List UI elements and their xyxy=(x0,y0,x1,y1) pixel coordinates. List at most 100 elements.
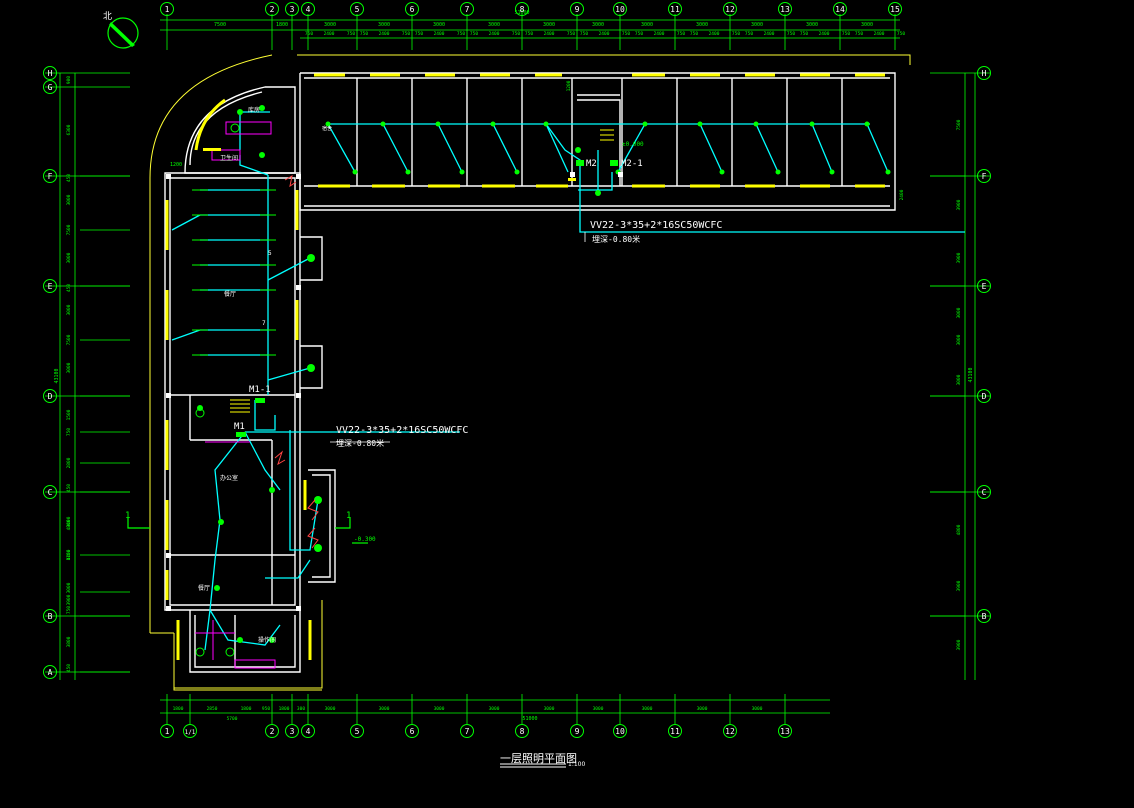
dim-top-row2: 2400 xyxy=(819,31,830,37)
dim-bottom-row1: 3000 xyxy=(752,706,763,712)
axis-bubble-label: H xyxy=(48,69,53,78)
axis-bubble-label: 12 xyxy=(725,727,735,736)
dim-bottom-total: 51000 xyxy=(522,716,537,722)
floor-plan-drawing: 北 7500 1800 3000 3000 3000 3000 3000 3000 3000 30… xyxy=(0,0,1134,808)
dim-top-row1: 1800 xyxy=(276,22,288,28)
dim-top-row2: 750 xyxy=(842,31,850,37)
axis-bubble-label: 5 xyxy=(355,5,360,14)
dim-bottom-row1: 2850 xyxy=(207,706,218,712)
dim-top-row2: 750 xyxy=(415,31,423,37)
dim-bottom-row1: 300 xyxy=(297,706,305,712)
feeder-mid-label: VV22-3*35+2*16SC50WCFC xyxy=(336,425,468,436)
dim-left: 750 xyxy=(66,606,72,614)
room-hall-lower: 餐厅 xyxy=(198,584,210,592)
dim-bottom-row2: 5700 xyxy=(227,716,238,722)
dim-right: 3900 xyxy=(956,199,962,210)
panel-m2-label: M2 xyxy=(586,159,597,169)
dim-top-row1: 3000 xyxy=(592,22,604,28)
panel-m2-1-box xyxy=(610,160,618,166)
axis-bubble-label: F xyxy=(48,172,53,181)
dim-top-row2: 750 xyxy=(690,31,698,37)
dim-top-row1: 3000 xyxy=(324,22,336,28)
dim-bottom-row1: 3000 xyxy=(642,706,653,712)
dim-misc: 2400 xyxy=(899,189,905,200)
dim-top-row1: 3000 xyxy=(696,22,708,28)
dim-top-row2: 750 xyxy=(305,31,313,37)
axis-bubble-label: 4 xyxy=(306,727,311,736)
dim-top-row2: 750 xyxy=(635,31,643,37)
dim-misc: 3900 xyxy=(66,594,72,605)
room-office: 办公室 xyxy=(220,474,238,482)
dim-left: 3800 xyxy=(66,636,72,647)
dim-top-row1: 3000 xyxy=(378,22,390,28)
axis-bubble-label: 1 xyxy=(165,5,170,14)
dim-top-row2: 750 xyxy=(470,31,478,37)
panel-m1-1-label: M1-1 xyxy=(249,385,271,395)
dim-left: 450 xyxy=(66,174,72,182)
dim-left: 750 xyxy=(66,428,72,436)
room-dorm: 宿舍 xyxy=(322,125,332,132)
dim-bottom-row1: 950 xyxy=(262,706,270,712)
dim-top-row2: 750 xyxy=(732,31,740,37)
axis-bubble-label: C xyxy=(982,488,987,497)
axis-bubble-label: D xyxy=(982,392,987,401)
dim-top-row2: 2400 xyxy=(544,31,555,37)
axis-bubble-label: 3 xyxy=(290,5,295,14)
dim-top-row2: 750 xyxy=(457,31,465,37)
axis-bubble-label: 8 xyxy=(520,5,525,14)
axis-bubble-label: 6 xyxy=(410,5,415,14)
axis-bubble-bottom-13: 13 xyxy=(778,724,792,738)
axis-bubble-bottom-10: 10 xyxy=(613,724,627,738)
axis-bubble-label: C xyxy=(48,488,53,497)
dim-right: 3900 xyxy=(956,252,962,263)
axis-bubble-label: F xyxy=(982,172,987,181)
axis-bubble-label: 2 xyxy=(270,727,275,736)
dim-top-row1: 7500 xyxy=(214,22,226,28)
lamp-count-7: 7 xyxy=(262,320,266,327)
axis-bubble-label: 4 xyxy=(306,5,311,14)
section-left-label: 1 xyxy=(125,511,130,521)
panel-m1-1-box xyxy=(255,398,265,403)
dim-top-row2: 750 xyxy=(580,31,588,37)
axis-bubble-label: 7 xyxy=(465,727,470,736)
axis-bubble-label: 12 xyxy=(725,5,735,14)
dim-right: 3000 xyxy=(956,334,962,345)
dim-top-row2: 750 xyxy=(855,31,863,37)
panel-m2-1-label: M2-1 xyxy=(621,159,643,169)
axis-bubble-label: 6 xyxy=(410,727,415,736)
axis-bubble-label: 15 xyxy=(890,5,900,14)
level-right-label: -0.300 xyxy=(354,536,376,543)
dim-left: 3000 xyxy=(66,582,72,593)
axis-bubble-top-15: 15 xyxy=(888,2,902,16)
dim-left: 4800 xyxy=(66,519,72,530)
dim-left: 3000 xyxy=(66,194,72,205)
dim-right: 4800 xyxy=(956,524,962,535)
panel-m1-label: M1 xyxy=(234,422,245,432)
dim-left: 2800 xyxy=(66,457,72,468)
axis-bubble-label: 10 xyxy=(615,5,625,14)
dim-left-total: 43100 xyxy=(54,368,60,383)
dim-bottom-row1: 1800 xyxy=(241,706,252,712)
level-stair-label: ±0.000 xyxy=(622,141,644,148)
dim-left: 7500 xyxy=(66,224,72,235)
axis-bubble-label: 10 xyxy=(615,727,625,736)
axis-bubble-bottom-12: 12 xyxy=(723,724,737,738)
dim-top-row2: 2400 xyxy=(489,31,500,37)
dim-top-row2: 750 xyxy=(347,31,355,37)
dim-top-row1: 3000 xyxy=(751,22,763,28)
dim-bottom-row1: 3000 xyxy=(325,706,336,712)
dim-bottom-row1: 3000 xyxy=(697,706,708,712)
axis-bubble-label: 5 xyxy=(355,727,360,736)
dim-left: 3000 xyxy=(66,362,72,373)
dim-top-row2: 750 xyxy=(567,31,575,37)
axis-bubble-label: B xyxy=(48,612,53,621)
dim-left: 900 xyxy=(66,76,72,84)
dim-top-row2: 750 xyxy=(787,31,795,37)
dim-top-row2: 750 xyxy=(745,31,753,37)
dim-left: 3000 xyxy=(66,252,72,263)
north-label: 北 xyxy=(103,11,112,22)
dim-top-row1: 3000 xyxy=(806,22,818,28)
panel-m1-box xyxy=(236,432,246,437)
dim-top-row2: 750 xyxy=(512,31,520,37)
room-hall-upper: 餐厅 xyxy=(224,290,236,298)
